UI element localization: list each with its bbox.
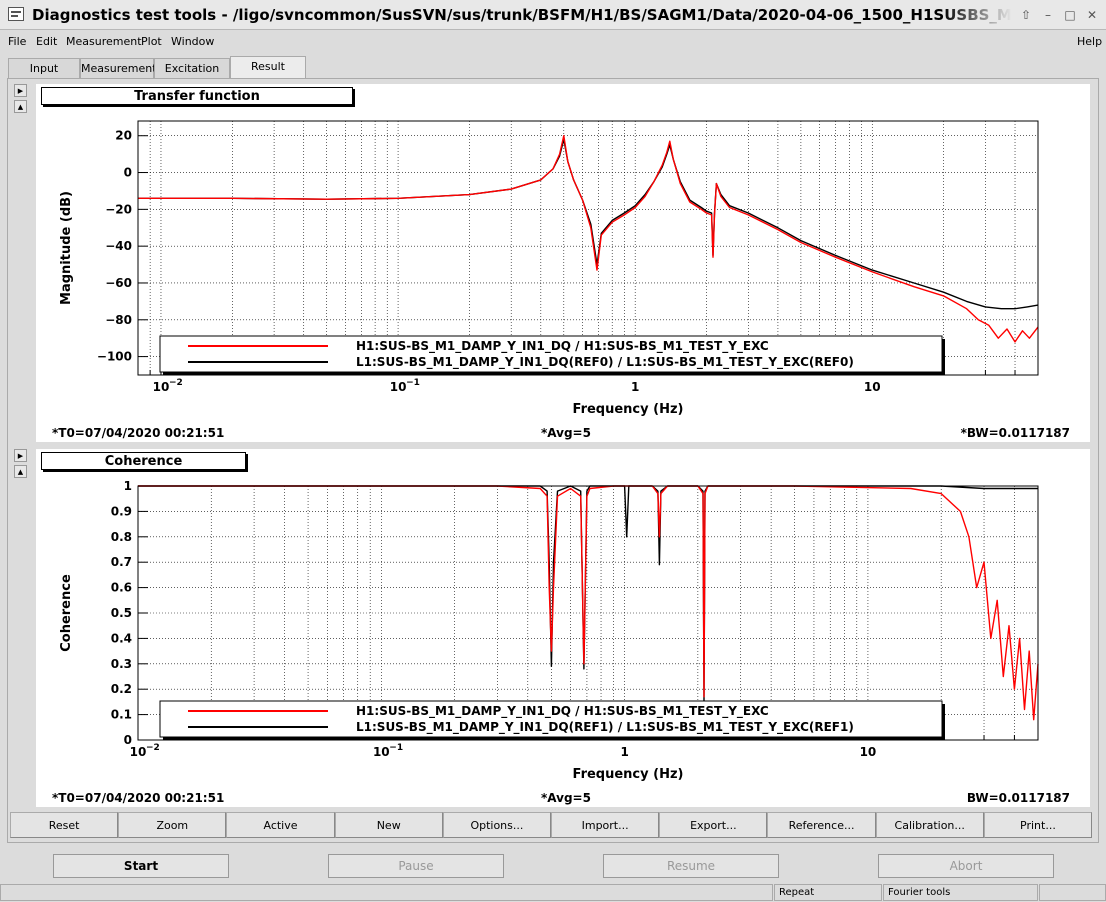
pad2-expand-arrow[interactable]: ▶ <box>14 449 27 462</box>
window-controls: ⇧ – □ ✕ <box>1018 7 1100 23</box>
x-tick-label: 10 <box>373 745 390 759</box>
window-title: Diagnostics test tools - /ligo/svncommon… <box>32 6 1012 24</box>
menu-plot[interactable]: Plot <box>141 35 162 48</box>
x-tick-label: 1 <box>631 380 639 394</box>
y-tick-label: 0.5 <box>111 606 132 620</box>
pad1-expand-arrow[interactable]: ▶ <box>14 84 27 97</box>
t0-label: *T0=07/04/2020 00:21:51 <box>52 426 225 440</box>
y-tick-label: 0.6 <box>111 581 132 595</box>
y-tick-label: −60 <box>105 276 132 290</box>
avg-label: *Avg=5 <box>541 791 591 805</box>
app-window-icon[interactable] <box>8 7 24 21</box>
export-button[interactable]: Export... <box>659 812 768 838</box>
y-tick-label: 0.2 <box>111 682 132 696</box>
close-icon[interactable]: ✕ <box>1084 7 1100 23</box>
reset-button[interactable]: Reset <box>10 812 119 838</box>
options-button[interactable]: Options... <box>442 812 552 838</box>
y-tick-label: 0.8 <box>111 530 132 544</box>
title-bar: Diagnostics test tools - /ligo/svncommon… <box>0 0 1106 30</box>
legend: H1:SUS-BS_M1_DAMP_Y_IN1_DQ / H1:SUS-BS_M… <box>159 335 945 375</box>
y-tick-label: 0.3 <box>111 657 132 671</box>
abort-button[interactable]: Abort <box>878 854 1054 878</box>
coherence-chart[interactable]: 00.10.20.30.40.50.60.70.80.9110 −2 10 −1 1 10… <box>36 449 1090 807</box>
y-tick-label: 0.1 <box>111 708 132 722</box>
y-tick-label: −100 <box>97 350 132 364</box>
tab-input[interactable]: Input <box>8 58 80 78</box>
restore-icon[interactable]: ⇧ <box>1018 7 1034 23</box>
y-axis-label: Magnitude (dB) <box>59 191 74 305</box>
status-bar: Repeat Fourier tools <box>0 882 1106 902</box>
tab-result[interactable]: Result <box>230 56 306 78</box>
start-button[interactable]: Start <box>53 854 229 878</box>
y-tick-label: 0 <box>124 166 132 180</box>
x-tick-label: 10 <box>390 380 407 394</box>
tab-excitation[interactable]: Excitation <box>154 58 230 78</box>
menu-help[interactable]: Help <box>1077 35 1102 48</box>
import-button[interactable]: Import... <box>551 812 660 838</box>
reference-button[interactable]: Reference... <box>767 812 876 838</box>
y-tick-label: −40 <box>105 239 132 253</box>
menu-window[interactable]: Window <box>171 35 214 48</box>
series-line-1 <box>138 135 1039 343</box>
y-axis-label: Coherence <box>59 574 74 652</box>
menu-edit[interactable]: Edit <box>36 35 57 48</box>
x-axis-label: Frequency (Hz) <box>573 402 684 417</box>
status-extra <box>1039 884 1106 901</box>
y-tick-label: 1 <box>124 479 132 493</box>
x-tick-label: 10 <box>130 745 147 759</box>
new-button[interactable]: New <box>334 812 443 838</box>
y-tick-label: 20 <box>115 129 132 143</box>
bw-label: *BW=0.0117187 <box>960 426 1070 440</box>
t0-label: *T0=07/04/2020 00:21:51 <box>52 791 225 805</box>
resume-button[interactable]: Resume <box>603 854 779 878</box>
bw-label: BW=0.0117187 <box>966 791 1070 805</box>
menu-file[interactable]: File <box>8 35 26 48</box>
legend-entry: L1:SUS-BS_M1_DAMP_Y_IN1_DQ(REF0) / L1:SU… <box>356 355 854 370</box>
legend-entry: H1:SUS-BS_M1_DAMP_Y_IN1_DQ / H1:SUS-BS_M… <box>356 339 769 354</box>
x-tick-exponent: −1 <box>389 743 403 753</box>
zoom-button[interactable]: Zoom <box>118 812 227 838</box>
tab-measurement[interactable]: Measurement <box>80 58 157 78</box>
x-tick-exponent: −1 <box>406 378 420 388</box>
plot-toolbar: Reset Zoom Active New Options... Import.… <box>10 812 1093 838</box>
y-tick-label: 0.7 <box>111 555 132 569</box>
active-button[interactable]: Active <box>226 812 335 838</box>
repeat-status: Repeat <box>774 884 882 901</box>
series-line-0 <box>138 485 1038 703</box>
y-tick-label: 0.9 <box>111 504 132 518</box>
pad2-collapse-arrow[interactable]: ▲ <box>14 465 27 478</box>
print-button[interactable]: Print... <box>983 812 1093 838</box>
x-tick-label: 10 <box>153 380 170 394</box>
pause-button[interactable]: Pause <box>328 854 504 878</box>
x-tick-label: 1 <box>620 745 628 759</box>
x-tick-label: 10 <box>860 745 877 759</box>
menu-bar: File Edit Measurement Plot Window Help <box>0 32 1106 52</box>
legend-entry: H1:SUS-BS_M1_DAMP_Y_IN1_DQ / H1:SUS-BS_M… <box>356 704 769 719</box>
legend: H1:SUS-BS_M1_DAMP_Y_IN1_DQ / H1:SUS-BS_M… <box>159 700 945 740</box>
x-tick-label: 10 <box>864 380 881 394</box>
legend-entry: L1:SUS-BS_M1_DAMP_Y_IN1_DQ(REF1) / L1:SU… <box>356 720 854 735</box>
series-line-1 <box>138 485 1039 721</box>
x-tick-exponent: −2 <box>169 378 183 388</box>
transfer-function-chart[interactable]: 200−20−40−60−80−10010 −2 10 −1 1 10Frequency … <box>36 84 1090 442</box>
coherence-pad[interactable]: Coherence 0 0.1 0.2 0.3 0.4 0.5 0.6 0.7 0.8 0.9 1 1… <box>36 449 1090 807</box>
maximize-icon[interactable]: □ <box>1062 7 1078 23</box>
x-tick-exponent: −2 <box>146 743 160 753</box>
calibration-button[interactable]: Calibration... <box>875 812 984 838</box>
menu-measurement[interactable]: Measurement <box>66 35 142 48</box>
y-tick-label: 0.4 <box>111 631 132 645</box>
pad1-collapse-arrow[interactable]: ▲ <box>14 100 27 113</box>
avg-label: *Avg=5 <box>541 426 591 440</box>
transfer-function-pad[interactable]: Transfer function 20 0 −20 −40 −60 −80 −100 10−… <box>36 84 1090 442</box>
x-axis-label: Frequency (Hz) <box>573 767 684 782</box>
tool-status: Fourier tools <box>883 884 1038 901</box>
y-tick-label: −80 <box>105 313 132 327</box>
y-tick-label: −20 <box>105 202 132 216</box>
status-message <box>0 884 773 901</box>
minimize-icon[interactable]: – <box>1040 7 1056 23</box>
